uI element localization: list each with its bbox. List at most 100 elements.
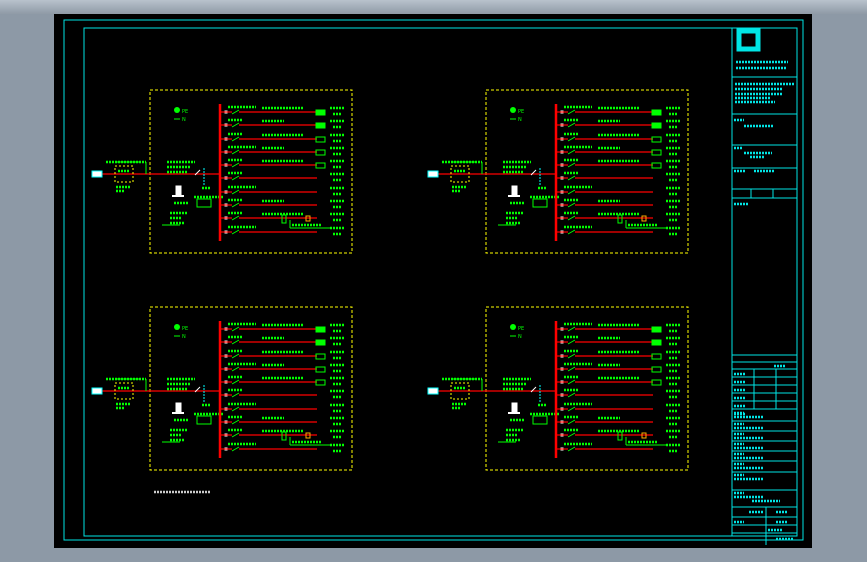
spd-label-box — [532, 198, 548, 208]
incoming-terminal-icon — [427, 170, 439, 178]
breaker-switch-icon — [567, 162, 576, 168]
breaker-switch-icon — [567, 419, 576, 425]
load-box — [651, 326, 662, 333]
breaker-switch-icon — [231, 392, 240, 398]
cad-drawing-canvas[interactable]: PE N PE N PE N PE N — [54, 14, 812, 548]
feeder-circuit — [221, 335, 344, 346]
breaker-switch-icon — [567, 326, 576, 332]
feeder-circuit — [221, 375, 344, 386]
feeder-circuit — [557, 118, 680, 129]
spd-icon — [175, 402, 182, 414]
outer-frame — [63, 19, 804, 541]
breaker-switch-icon — [567, 366, 576, 372]
load-box — [651, 379, 662, 386]
feeder-circuit — [557, 349, 680, 360]
feeder-circuit — [557, 185, 680, 196]
breaker-switch-icon — [231, 432, 240, 438]
breaker-switch-icon — [567, 202, 576, 208]
load-box — [651, 122, 662, 129]
feeder-circuit — [221, 322, 344, 333]
pe-terminal-icon — [510, 324, 516, 330]
breaker-switch-icon — [567, 379, 576, 385]
breaker-switch-icon — [567, 339, 576, 345]
feeder-circuit — [557, 362, 680, 373]
spd-icon — [175, 185, 182, 197]
breaker-switch-icon — [231, 162, 240, 168]
feeder-circuit — [557, 158, 680, 169]
spd-icon — [511, 402, 518, 414]
feeder-circuit — [221, 402, 344, 413]
feeder-circuit — [557, 322, 680, 333]
feeder-circuit — [221, 132, 344, 143]
distribution-panel-top-left: PE N — [91, 89, 353, 254]
breaker-switch-icon — [567, 432, 576, 438]
distribution-panel-bottom-left: PE N — [91, 306, 353, 471]
n-label: N — [518, 117, 522, 123]
drawing-sheet[interactable]: PE N PE N PE N PE N — [54, 14, 812, 548]
breaker-switch-icon — [567, 122, 576, 128]
breaker-switch-icon — [231, 175, 240, 181]
feeder-circuit — [557, 402, 680, 413]
breaker-switch-icon — [567, 189, 576, 195]
load-box — [651, 339, 662, 346]
title-block-column — [731, 27, 798, 537]
breaker-switch-icon — [567, 215, 576, 221]
feeder-circuit — [221, 349, 344, 360]
spd-icon — [511, 185, 518, 197]
breaker-switch-icon — [231, 202, 240, 208]
breaker-switch-icon — [231, 326, 240, 332]
breaker-switch-icon — [567, 109, 576, 115]
load-box — [651, 353, 662, 360]
spd-label-box — [532, 415, 548, 425]
breaker-switch-icon — [231, 189, 240, 195]
incoming-terminal-icon — [91, 387, 103, 395]
load-box — [651, 149, 662, 156]
distribution-panel-top-right: PE N — [427, 89, 689, 254]
contactor-coil-icon — [617, 431, 623, 441]
load-box — [315, 122, 326, 129]
load-box — [315, 339, 326, 346]
spd-label-box — [196, 198, 212, 208]
breaker-switch-icon — [567, 229, 576, 235]
breaker-switch-icon — [231, 419, 240, 425]
feeder-circuit — [221, 171, 344, 182]
breaker-switch-icon — [231, 229, 240, 235]
load-box — [315, 149, 326, 156]
breaker-switch-icon — [231, 379, 240, 385]
feeder-circuit — [557, 132, 680, 143]
load-box — [315, 136, 326, 143]
breaker-switch-icon — [567, 136, 576, 142]
pe-terminal-icon — [510, 107, 516, 113]
n-label: N — [182, 117, 186, 123]
breaker-switch-icon — [231, 446, 240, 452]
feeder-circuit — [557, 171, 680, 182]
feeder-circuit — [221, 185, 344, 196]
load-box — [315, 353, 326, 360]
breaker-switch-icon — [231, 366, 240, 372]
load-box — [315, 109, 326, 116]
viewer-title-bar — [0, 0, 867, 14]
spd-label-box — [196, 415, 212, 425]
breaker-switch-icon — [567, 175, 576, 181]
feeder-circuit — [557, 415, 680, 426]
feeder-circuit — [557, 145, 680, 156]
pe-label: PE — [518, 326, 524, 332]
breaker-switch-icon — [231, 109, 240, 115]
feeder-circuit — [557, 388, 680, 399]
breaker-switch-icon — [567, 446, 576, 452]
breaker-switch-icon — [567, 392, 576, 398]
pe-terminal-icon — [174, 107, 180, 113]
feeder-circuit — [221, 105, 344, 116]
contactor-coil-icon — [281, 214, 287, 224]
pe-label: PE — [518, 109, 524, 115]
n-label: N — [518, 334, 522, 340]
feeder-circuit — [221, 362, 344, 373]
load-box — [315, 162, 326, 169]
breaker-switch-icon — [231, 406, 240, 412]
n-label: N — [182, 334, 186, 340]
title-block — [732, 28, 797, 545]
pe-terminal-icon — [174, 324, 180, 330]
pe-label: PE — [182, 326, 188, 332]
load-box — [651, 366, 662, 373]
feeder-circuit — [221, 388, 344, 399]
